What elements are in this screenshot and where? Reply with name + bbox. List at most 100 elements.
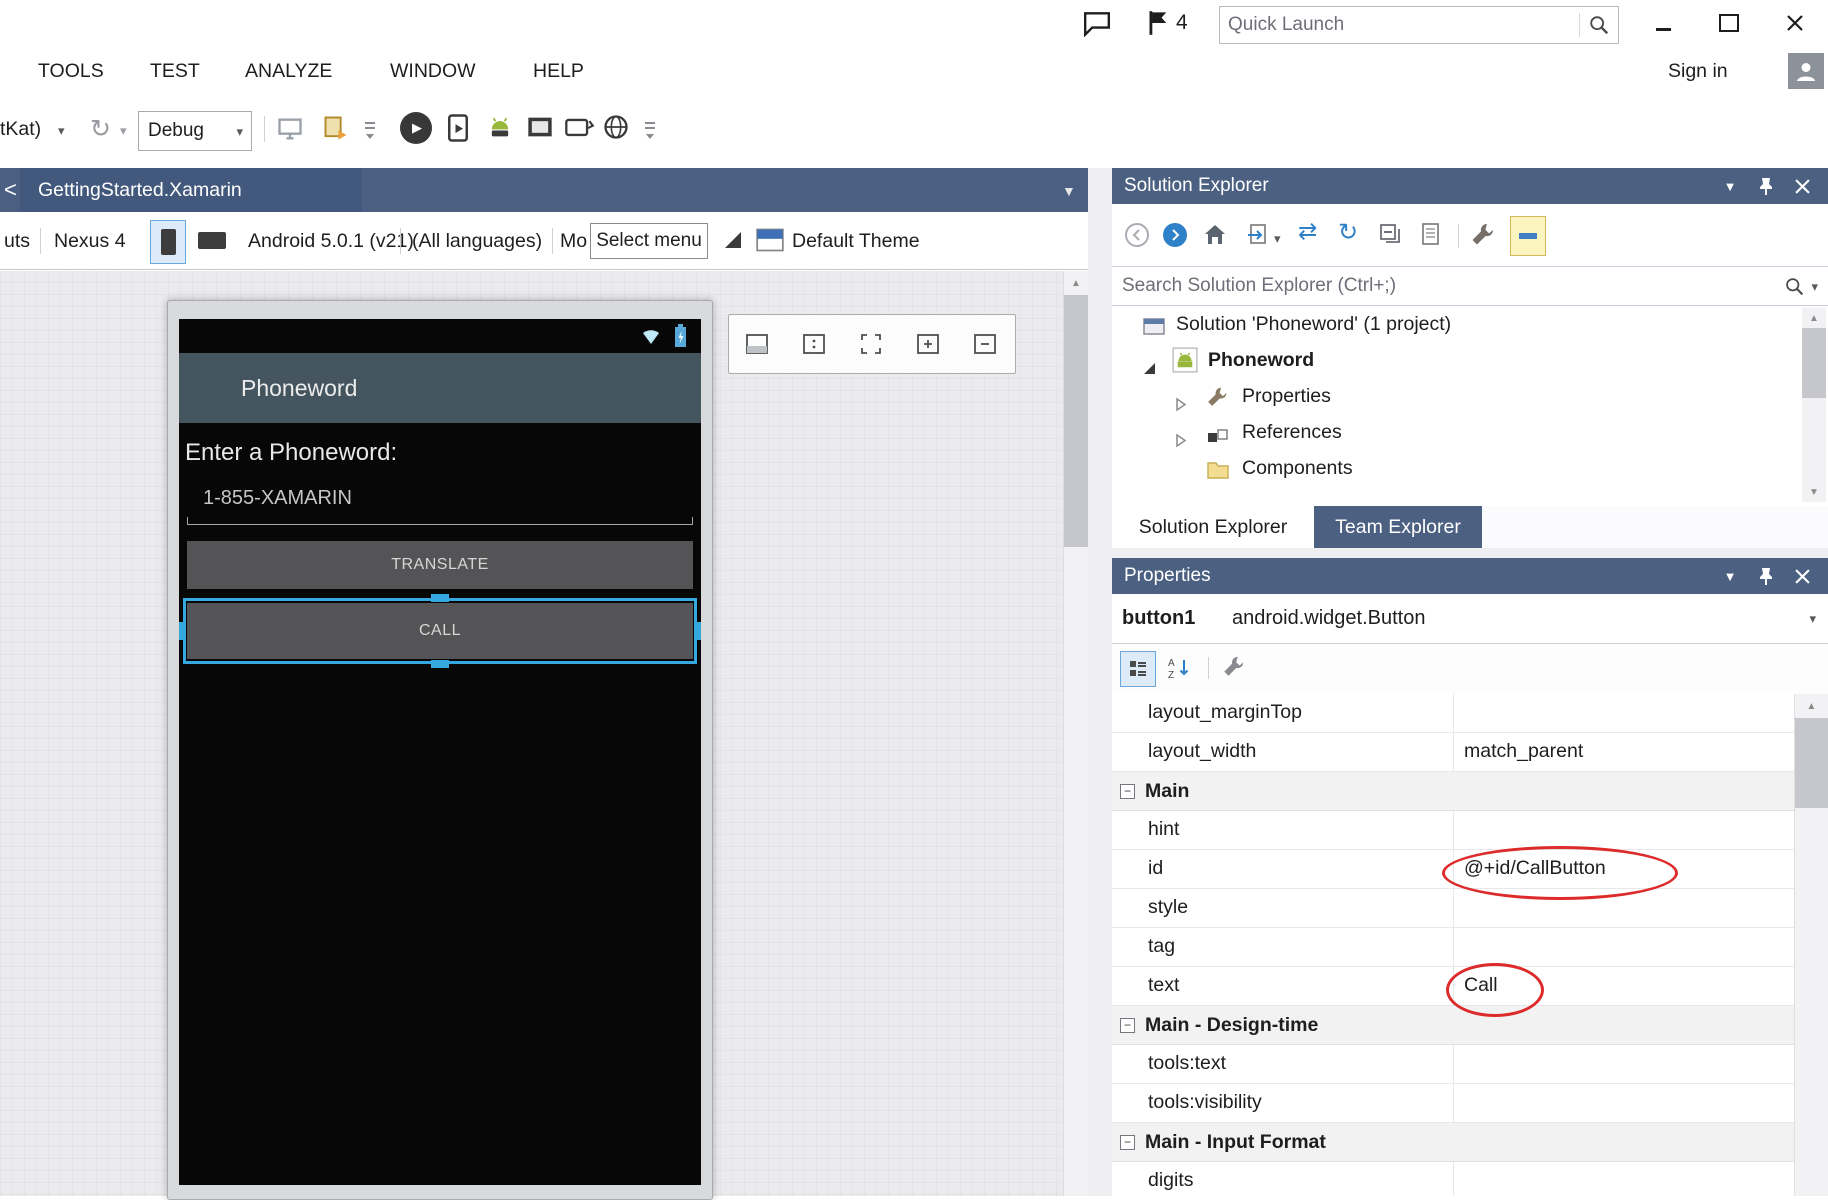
nav-back-icon[interactable] [1124,222,1150,253]
solution-config-dropdown[interactable]: Debug ▾ [138,111,252,151]
scroll-tabs-left-icon[interactable]: < [4,168,17,212]
document-list-dropdown-icon[interactable]: ▼ [1062,183,1076,199]
collapse-all-icon[interactable] [1378,222,1404,253]
close-icon[interactable] [1788,168,1816,204]
screenshot-icon[interactable] [526,114,554,145]
property-row[interactable]: tools:text [1112,1045,1794,1084]
menu-item-test[interactable]: TEST [150,46,200,96]
design-surface-scrollbar[interactable]: ▲ [1063,271,1088,1196]
categorized-view-button[interactable] [1120,651,1156,687]
actual-size-button[interactable] [786,315,843,373]
property-row[interactable]: style [1112,889,1794,928]
menu-item-window[interactable]: WINDOW [390,46,476,96]
split-view-button[interactable] [729,315,786,373]
property-value[interactable]: @+id/CallButton [1454,850,1794,888]
refresh-icon[interactable]: ↻ [90,114,111,144]
select-menu-dropdown[interactable]: Select menu [590,223,708,259]
property-value[interactable] [1454,1084,1794,1122]
window-position-icon[interactable]: ▼ [1716,558,1744,594]
chevron-down-icon[interactable]: ▾ [58,124,65,137]
properties-header[interactable]: Properties ▼ [1112,558,1828,594]
sign-in-link[interactable]: Sign in [1668,46,1728,96]
chevron-down-icon[interactable]: ▾ [1809,280,1828,293]
wrench-icon[interactable] [1222,655,1246,684]
scrollbar-thumb[interactable] [1064,295,1088,547]
solution-search-box[interactable]: ▾ [1112,266,1828,306]
zoom-out-button[interactable] [956,315,1013,373]
property-group-row[interactable]: − Main [1112,772,1794,811]
scroll-up-icon[interactable]: ▲ [1795,694,1828,718]
call-button-selection[interactable]: CALL [179,603,701,659]
rotate-device-icon[interactable] [564,116,594,145]
property-row[interactable]: hint [1112,811,1794,850]
call-button[interactable]: CALL [187,603,693,659]
scroll-up-icon[interactable]: ▲ [1802,308,1826,328]
scrollbar-thumb[interactable] [1795,718,1828,808]
scroll-down-icon[interactable]: ▼ [1802,482,1826,502]
zoom-in-button[interactable] [899,315,956,373]
notifications-flag-icon[interactable] [1146,10,1170,41]
tab-solution-explorer[interactable]: Solution Explorer [1112,506,1314,548]
collapse-icon[interactable]: − [1120,784,1135,799]
properties-scrollbar[interactable]: ▲ [1794,694,1828,1196]
language-selector[interactable]: (All languages) [412,212,542,270]
resize-handle-left[interactable] [179,622,185,640]
globe-icon[interactable] [602,113,630,146]
pin-icon[interactable] [1752,558,1780,594]
tree-item-solution[interactable]: Solution 'Phoneword' (1 project) [1112,306,1828,342]
property-value[interactable]: Call [1454,967,1794,1005]
panel-splitter[interactable] [1088,168,1112,1196]
property-value[interactable] [1454,811,1794,849]
refresh-icon[interactable]: ↻ [1338,218,1358,247]
preview-selected-items-toggle[interactable] [1510,216,1546,256]
nav-forward-icon[interactable] [1162,222,1188,253]
property-value[interactable] [1454,928,1794,966]
android-version-selector[interactable]: Android 5.0.1 (v21) [248,212,414,270]
property-value[interactable] [1454,694,1794,732]
chevron-down-icon[interactable]: ▾ [120,124,127,137]
window-position-icon[interactable]: ▼ [1716,168,1744,204]
property-group-row[interactable]: − Main - Input Format [1112,1123,1794,1162]
resize-handle-top[interactable] [431,594,449,602]
collapse-icon[interactable]: − [1120,1018,1135,1033]
scrollbar-thumb[interactable] [1802,328,1826,398]
property-row[interactable]: digits [1112,1162,1794,1196]
sync-with-active-document-icon[interactable]: ⇄ [1298,218,1317,245]
tree-item-properties[interactable]: Properties [1112,378,1828,414]
properties-wrench-icon[interactable] [1470,222,1496,253]
phoneword-label[interactable]: Enter a Phoneword: [179,439,701,467]
scroll-up-icon[interactable]: ▲ [1064,271,1088,295]
menu-indicator-icon[interactable] [722,229,744,256]
toolbar-options-icon[interactable] [364,120,378,147]
toolbar-options-icon[interactable] [644,120,658,147]
menu-item-help[interactable]: HELP [533,46,584,96]
tree-item-project-phoneword[interactable]: Phoneword [1112,342,1828,378]
property-row-id[interactable]: id @+id/CallButton [1112,850,1794,889]
tab-team-explorer[interactable]: Team Explorer [1314,506,1482,548]
scope-to-this-icon[interactable] [1246,222,1272,253]
device-log-icon[interactable] [322,114,350,147]
feedback-icon[interactable] [1082,11,1112,42]
pin-icon[interactable] [1752,168,1780,204]
property-row[interactable]: tools:visibility [1112,1084,1794,1123]
portrait-orientation-button[interactable] [150,220,186,264]
user-avatar-icon[interactable] [1788,53,1824,89]
show-all-files-icon[interactable] [1418,222,1444,253]
phone-screen[interactable]: Phoneword Enter a Phoneword: 1-855-XAMAR… [179,319,701,1185]
property-value[interactable] [1454,889,1794,927]
layouts-label[interactable]: uts [4,212,30,270]
fit-to-screen-button[interactable] [843,315,900,373]
deploy-to-device-icon[interactable] [444,113,472,148]
property-value[interactable] [1454,1162,1794,1196]
panel-splitter-horizontal[interactable] [1112,548,1828,558]
design-surface[interactable]: Phoneword Enter a Phoneword: 1-855-XAMAR… [0,271,1063,1196]
minimize-button[interactable] [1634,4,1692,42]
search-icon[interactable] [1580,14,1618,36]
quick-launch-box[interactable] [1219,6,1619,44]
menu-item-analyze[interactable]: ANALYZE [245,46,332,96]
translate-button[interactable]: TRANSLATE [187,541,693,589]
landscape-orientation-button[interactable] [198,232,226,249]
close-icon[interactable] [1788,558,1816,594]
collapse-icon[interactable]: − [1120,1135,1135,1150]
alphabetical-sort-button[interactable]: AZ [1162,651,1196,685]
